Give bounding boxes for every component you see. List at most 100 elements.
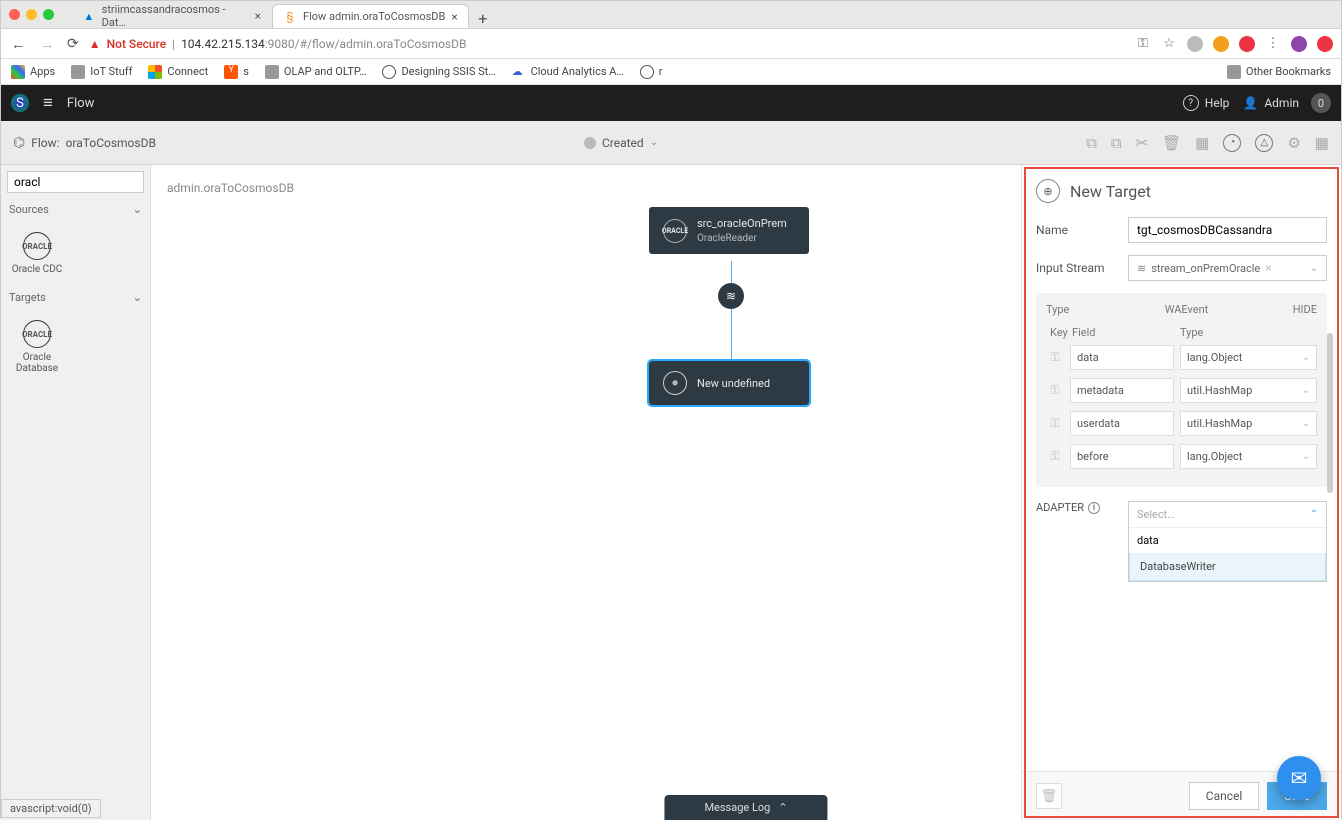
bookmark-s[interactable]: Ys: [224, 65, 249, 79]
window-min-dot[interactable]: [26, 9, 37, 20]
ext-icon-1[interactable]: [1187, 36, 1203, 52]
field-row: ⚿ util.HashMap⌄: [1046, 411, 1317, 436]
browser-tab-1[interactable]: ▲ striimcassandracosmos - Dat… ×: [72, 4, 272, 28]
field-name-input[interactable]: [1070, 411, 1174, 436]
info-icon[interactable]: i: [1088, 502, 1100, 514]
sources-header[interactable]: Sources⌄: [7, 197, 144, 222]
message-log-toggle[interactable]: Message Log ⌃: [664, 795, 827, 820]
field-name-input[interactable]: [1070, 345, 1174, 370]
node-source[interactable]: ORACLE src_oracleOnPremOracleReader: [649, 207, 809, 254]
menu-kebab-icon[interactable]: ⋮: [1265, 36, 1281, 52]
stream-select[interactable]: ≋ stream_onPremOracle × ⌄: [1128, 255, 1327, 281]
cat-label: Targets: [9, 291, 46, 304]
tab-title: Flow admin.oraToCosmosDB: [303, 10, 445, 23]
chevron-down-icon: ⌄: [1302, 418, 1310, 429]
status-text: Created: [602, 136, 644, 150]
targets-header[interactable]: Targets⌄: [7, 285, 144, 310]
user-icon: 👤: [1243, 96, 1258, 110]
user-menu[interactable]: 👤Admin0: [1243, 93, 1331, 113]
duplicate-icon[interactable]: ⧉: [1111, 134, 1122, 152]
scrollbar[interactable]: [1327, 333, 1333, 493]
flow-toolbar: ⌬ Flow: oraToCosmosDB Created ⌄ ⧉ ⧉ ✂ 🗑 …: [1, 121, 1341, 165]
hide-toggle[interactable]: HIDE: [1277, 303, 1317, 316]
browser-url-bar: ← → ⟳ ▲ Not Secure | 104.42.215.134:9080…: [1, 29, 1341, 59]
key-icon[interactable]: ⚿: [1046, 416, 1064, 431]
back-button[interactable]: ←: [9, 35, 28, 53]
node-target[interactable]: ⊕ New undefined: [649, 361, 809, 405]
help-button[interactable]: ?Help: [1183, 95, 1230, 111]
field-type-select[interactable]: util.HashMap⌄: [1180, 378, 1317, 403]
ext-icon-3[interactable]: [1239, 36, 1255, 52]
cut-icon[interactable]: ✂: [1136, 134, 1149, 152]
profile-icon[interactable]: [1291, 36, 1307, 52]
reload-button[interactable]: ⟳: [67, 36, 79, 52]
stream-label: Input Stream: [1036, 261, 1120, 275]
flow-wire: [731, 309, 732, 363]
window-close-dot[interactable]: [9, 9, 20, 20]
bookmark-olap[interactable]: OLAP and OLTP…: [265, 65, 367, 79]
new-tab-button[interactable]: +: [469, 9, 497, 28]
field-name-input[interactable]: [1070, 378, 1174, 403]
stream-bubble[interactable]: ≋: [718, 283, 744, 309]
bookmark-cloud[interactable]: ☁Cloud Analytics A…: [512, 65, 624, 79]
alert-icon[interactable]: △: [1255, 134, 1273, 152]
panel-title: ⊕ New Target: [1036, 179, 1327, 203]
intercom-launcher[interactable]: ✉: [1277, 756, 1321, 800]
field-name-input[interactable]: [1070, 444, 1174, 469]
field-type-select[interactable]: lang.Object⌄: [1180, 444, 1317, 469]
settings-icon[interactable]: ⚙: [1287, 134, 1300, 152]
tab-close-icon[interactable]: ×: [255, 9, 261, 23]
field-type-select[interactable]: util.HashMap⌄: [1180, 411, 1317, 436]
adapter-select[interactable]: Select… ⌃ DatabaseWriter: [1128, 501, 1327, 582]
key-icon[interactable]: ⚿: [1135, 36, 1151, 52]
layout-icon[interactable]: ▦: [1195, 134, 1209, 152]
node-subtitle: OracleReader: [697, 233, 787, 244]
window-max-dot[interactable]: [43, 9, 54, 20]
omnibox[interactable]: ▲ Not Secure | 104.42.215.134:9080/#/flo…: [89, 37, 1125, 51]
tab-close-icon[interactable]: ×: [451, 10, 457, 24]
url-host: 104.42.215.134: [181, 37, 265, 51]
copy-icon[interactable]: ⧉: [1086, 134, 1097, 152]
bookmark-connect[interactable]: Connect: [148, 65, 208, 79]
clear-stream-icon[interactable]: ×: [1265, 261, 1271, 275]
apps-bookmark[interactable]: Apps: [11, 65, 55, 79]
delete-button[interactable]: 🗑: [1036, 783, 1062, 809]
field-row: ⚿ lang.Object⌄: [1046, 345, 1317, 370]
palette-search[interactable]: ×: [7, 171, 144, 193]
browser-tab-2[interactable]: § Flow admin.oraToCosmosDB ×: [272, 4, 469, 28]
ext-icon-4[interactable]: [1317, 36, 1333, 52]
delete-icon[interactable]: 🗑: [1162, 134, 1181, 152]
chevron-down-icon: ⌄: [650, 137, 658, 148]
bookmark-iot[interactable]: IoT Stuff: [71, 65, 132, 79]
palette-oracle-cdc[interactable]: ORACLE Oracle CDC: [7, 226, 67, 281]
bookmark-r[interactable]: r: [640, 65, 663, 79]
other-bookmarks[interactable]: Other Bookmarks: [1227, 65, 1331, 79]
chevron-up-icon: ⌃: [1310, 509, 1318, 520]
chat-icon: ✉: [1291, 766, 1308, 790]
cancel-button[interactable]: Cancel: [1189, 782, 1260, 810]
type-label: Type: [1046, 303, 1096, 316]
name-input[interactable]: [1128, 217, 1327, 243]
key-icon[interactable]: ⚿: [1046, 350, 1064, 365]
palette-oracle-db[interactable]: ORACLE Oracle Database: [7, 314, 67, 380]
star-icon[interactable]: ☆: [1161, 36, 1177, 52]
adapter-search-input[interactable]: [1129, 528, 1326, 553]
flow-breadcrumb[interactable]: ⌬ Flow: oraToCosmosDB: [13, 135, 156, 151]
forward-button[interactable]: →: [38, 35, 57, 53]
toolbar-actions: ⧉ ⧉ ✂ 🗑 ▦ ◔ △ ⚙ ▦: [1086, 134, 1329, 152]
bookmark-ssis[interactable]: Designing SSIS St…: [382, 65, 495, 79]
chevron-down-icon: ⌄: [133, 203, 142, 216]
ext-icon-2[interactable]: [1213, 36, 1229, 52]
striim-logo-icon[interactable]: S: [11, 94, 29, 112]
flow-status[interactable]: Created ⌄: [584, 136, 658, 150]
grid-icon[interactable]: ▦: [1315, 134, 1329, 152]
adapter-option[interactable]: DatabaseWriter: [1129, 553, 1326, 581]
hamburger-menu[interactable]: ≡: [43, 93, 53, 113]
gauge-icon[interactable]: ◔: [1223, 134, 1241, 152]
search-input[interactable]: [14, 175, 170, 189]
key-icon[interactable]: ⚿: [1046, 449, 1064, 464]
flow-tree-icon: ⌬: [13, 135, 25, 151]
field-type-select[interactable]: lang.Object⌄: [1180, 345, 1317, 370]
key-icon[interactable]: ⚿: [1046, 383, 1064, 398]
ms-icon: [148, 65, 162, 79]
